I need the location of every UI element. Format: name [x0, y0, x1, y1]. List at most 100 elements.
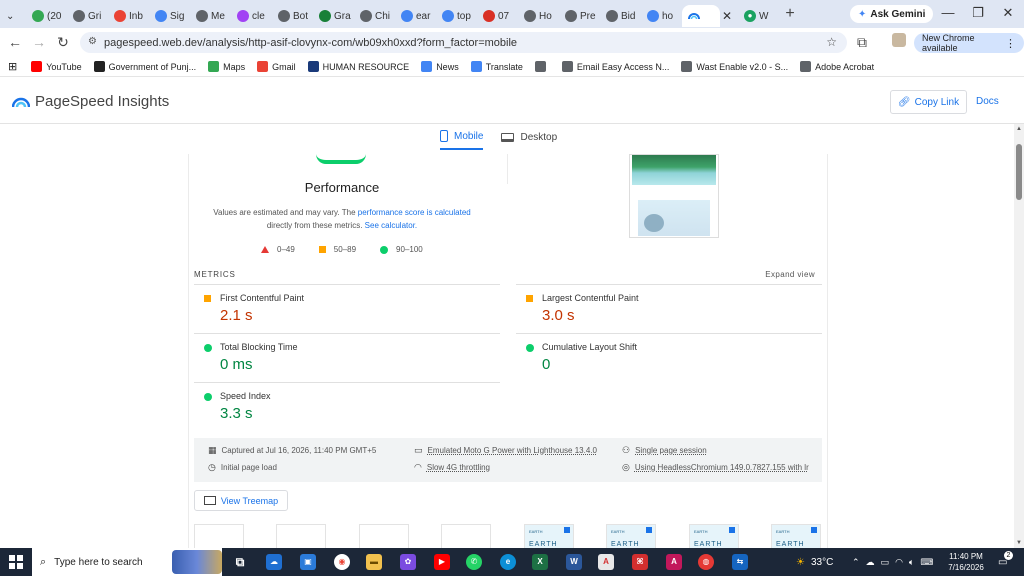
session-type[interactable]: ⚇ Single page session — [622, 445, 707, 456]
bookmark-item[interactable]: Government of Punj... — [93, 61, 196, 72]
docs-link[interactable]: Docs — [976, 96, 999, 107]
acrobat-icon[interactable]: A — [598, 554, 614, 570]
task-view-icon[interactable]: ⧉ — [232, 554, 248, 570]
scroll-up-icon[interactable]: ▲ — [1014, 126, 1024, 132]
bookmark-item[interactable]: YouTube — [31, 61, 82, 72]
new-tab-button[interactable]: + — [779, 5, 801, 23]
throttling-text: Slow 4G throttling — [426, 463, 490, 472]
recorder-icon[interactable]: ◍ — [698, 554, 714, 570]
profile-button[interactable] — [890, 33, 908, 50]
copilot-icon[interactable]: ✿ — [400, 554, 416, 570]
bookmark-item[interactable]: Translate — [470, 61, 523, 72]
forward-button[interactable]: → — [30, 34, 48, 50]
tab-favicon-icon — [401, 10, 413, 22]
url-text: pagespeed.web.dev/analysis/http-asif-clo… — [104, 36, 518, 49]
tab-w[interactable]: ● W — [738, 5, 779, 27]
weather-app-icon[interactable]: ☁ — [266, 554, 282, 570]
copy-link-button[interactable]: 🔗︎ Copy Link — [890, 90, 967, 114]
clock[interactable]: 11:40 PM 7/16/2026 — [940, 551, 992, 573]
close-tab-button[interactable]: ✕ — [720, 5, 738, 27]
tab-item[interactable]: ear — [395, 5, 436, 27]
word-icon[interactable]: W — [566, 554, 582, 570]
bookmark-item[interactable]: HUMAN RESOURCE — [307, 61, 409, 72]
scroll-down-icon[interactable]: ▼ — [1014, 540, 1024, 546]
tab-item[interactable]: Me — [190, 5, 231, 27]
tab-item[interactable]: Gri — [67, 5, 108, 27]
tab-item[interactable]: ho — [641, 5, 682, 27]
tab-item[interactable]: Inb — [108, 5, 149, 27]
people-icon: ⚇ — [622, 445, 631, 455]
view-treemap-button[interactable]: View Treemap — [194, 490, 288, 511]
bookmark-item[interactable]: News — [421, 61, 459, 72]
expand-view-button[interactable]: Expand view — [765, 270, 815, 279]
maximize-button[interactable]: ❐ — [968, 5, 988, 21]
tab-item[interactable]: top — [436, 5, 477, 27]
wifi-icon[interactable]: ◠ — [895, 557, 903, 568]
filmstrip-frame: EARTH EARTH — [689, 524, 739, 548]
final-screenshot[interactable] — [629, 154, 719, 238]
keyboard-icon[interactable]: ⌨ — [920, 557, 933, 568]
start-button[interactable] — [0, 548, 32, 576]
bookmark-item[interactable]: Wast Enable v2.0 - S... — [681, 61, 788, 72]
bookmark-star-icon[interactable]: ☆ — [826, 35, 837, 49]
battery-icon[interactable]: ▭ — [881, 557, 890, 568]
tab-favicon-icon — [155, 10, 167, 22]
tab-item[interactable]: 07 — [477, 5, 518, 27]
new-chrome-available-button[interactable]: New Chrome available ⋮ — [914, 33, 1024, 53]
youtube-icon[interactable]: ▶ — [434, 554, 450, 570]
tab-item[interactable]: Ho — [518, 5, 559, 27]
tab-item[interactable]: cle — [231, 5, 272, 27]
legend-average: 50–89 — [318, 245, 356, 254]
screenshot-figure — [644, 214, 664, 232]
onedrive-icon[interactable]: ☁ — [866, 557, 875, 568]
bookmark-favicon-icon — [470, 61, 482, 72]
bookmark-item[interactable]: Maps — [208, 61, 245, 72]
apps-grid-icon[interactable]: ⊞ — [8, 60, 17, 73]
bookmark-item[interactable]: Adobe Acrobat — [800, 61, 874, 72]
tab-mobile[interactable]: Mobile — [440, 130, 484, 150]
file-explorer-icon[interactable]: ▬ — [366, 554, 382, 570]
chevron-up-icon[interactable]: ⌃ — [852, 557, 860, 568]
scrollbar-thumb[interactable] — [1016, 144, 1022, 200]
bookmark-item[interactable] — [534, 61, 550, 72]
volume-icon[interactable]: 🔈︎ — [909, 557, 914, 568]
bookmark-item[interactable]: Gmail — [257, 61, 296, 72]
throttling[interactable]: ◠ Slow 4G throttling — [414, 462, 490, 473]
reload-button[interactable]: ↻ — [54, 34, 72, 51]
access-icon[interactable]: A — [666, 554, 682, 570]
ask-gemini-button[interactable]: ✦ Ask Gemini — [850, 5, 934, 23]
weather-tray[interactable]: ☀ 33°C — [796, 548, 833, 576]
tab-item[interactable]: Chi — [354, 5, 395, 27]
tab-item[interactable]: Gra — [313, 5, 354, 27]
see-calculator-link[interactable]: See calculator. — [365, 221, 417, 230]
tab-search-button[interactable]: ⌄ — [0, 5, 26, 27]
tab-item[interactable]: (20 — [26, 5, 67, 27]
minimize-button[interactable]: — — [938, 5, 958, 20]
chrome-icon[interactable]: ◉ — [334, 554, 350, 570]
whatsapp-icon[interactable]: ✆ — [466, 554, 482, 570]
tab-desktop[interactable]: Desktop — [501, 130, 557, 150]
tab-pagespeed-active[interactable] — [682, 5, 720, 27]
extensions-button[interactable]: ⧉ — [853, 34, 871, 51]
page-scrollbar[interactable]: ▲ ▼ — [1014, 124, 1024, 548]
browser-info[interactable]: ◎ Using HeadlessChromium 149.0.7827.155 w… — [622, 462, 809, 473]
excel-icon[interactable]: X — [532, 554, 548, 570]
tab-item[interactable]: Bot — [272, 5, 313, 27]
close-window-button[interactable]: ✕ — [998, 5, 1018, 21]
tab-item[interactable]: Sig — [149, 5, 190, 27]
device-tabs: Mobile Desktop — [440, 130, 557, 150]
emulated-device[interactable]: ▭ Emulated Moto G Power with Lighthouse 1… — [414, 445, 597, 456]
back-button[interactable]: ← — [6, 34, 24, 50]
notifications-button[interactable]: ▭ 2 — [998, 548, 1013, 576]
bookmark-item[interactable]: Email Easy Access N... — [561, 61, 669, 72]
address-bar[interactable]: ⚙ pagespeed.web.dev/analysis/http-asif-c… — [80, 32, 847, 53]
filmstrip-frame: EARTH EARTH — [606, 524, 656, 548]
pdf-icon[interactable]: ⌘ — [632, 554, 648, 570]
edge-icon[interactable]: e — [500, 554, 516, 570]
remote-icon[interactable]: ⇆ — [732, 554, 748, 570]
performance-score-link[interactable]: performance score is calculated — [358, 208, 471, 217]
store-icon[interactable]: ▣ — [300, 554, 316, 570]
search-highlight-image[interactable] — [172, 550, 222, 574]
tab-item[interactable]: Bid — [600, 5, 641, 27]
tab-item[interactable]: Pre — [559, 5, 600, 27]
